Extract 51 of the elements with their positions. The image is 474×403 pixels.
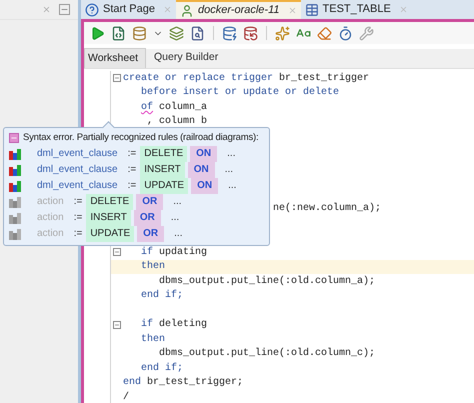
assign-operator: :=	[128, 163, 136, 178]
code-line: end if;	[140, 288, 184, 304]
ellipsis: ...	[224, 163, 234, 178]
assign-operator: :=	[128, 179, 136, 194]
rule-name[interactable]: dml_event_clause	[37, 146, 118, 162]
assign-operator: :=	[128, 147, 136, 162]
code-line: end br_test_trigger;	[123, 376, 244, 390]
tab-label: TEST_TABLE	[322, 2, 391, 18]
tab-label: docker-oracle-11	[198, 3, 280, 18]
code-line: ne(:new.column_a);	[273, 202, 382, 216]
code-line: then	[140, 260, 166, 274]
code-line: end if;	[140, 362, 184, 376]
rule-name[interactable]: dml_event_clause	[37, 178, 118, 194]
editor-tab[interactable]: Start Page	[81, 0, 176, 19]
ellipsis: ...	[227, 147, 236, 162]
code-line: if deleting	[140, 318, 208, 332]
editor-tab[interactable]: docker-oracle-11	[176, 0, 301, 19]
tab-label: Start Page	[103, 2, 155, 18]
worksheet-tab[interactable]: Query Builder	[146, 48, 226, 68]
code-line: dbms_output.put_line(:old.column_c);	[158, 346, 376, 362]
token-chip: UPDATE	[86, 226, 134, 242]
token-chip: DELETE	[140, 146, 188, 162]
token-chip: OR	[137, 226, 164, 242]
popup-title: Syntax error. Partially recognized rules (railroad diagrams):	[23, 131, 258, 145]
rule-name[interactable]: dml_event_clause	[37, 162, 118, 178]
code-line: before insert or update or delete	[140, 86, 340, 100]
ellipsis: ...	[173, 195, 182, 210]
code-line: if updating	[140, 246, 208, 260]
code-line: create or replace trigger br_test_trigger	[123, 72, 370, 86]
code-line: , column b	[146, 114, 208, 130]
token-chip: ON	[188, 162, 215, 178]
worksheet-tab[interactable]: Worksheet	[84, 48, 146, 68]
token-chip: OR	[136, 194, 164, 210]
token-chip: ON	[191, 178, 218, 194]
token-chip: ON	[190, 146, 218, 162]
ellipsis: ...	[228, 179, 236, 194]
code-line: /	[123, 390, 130, 403]
code-line: dbms_output.put_line(:old.column_a);	[158, 274, 376, 289]
assign-operator: :=	[74, 211, 82, 226]
editor-tab[interactable]: TEST_TABLE	[300, 0, 412, 19]
token-chip: INSERT	[86, 210, 131, 226]
token-chip: DELETE	[86, 194, 134, 210]
token-chip: UPDATE	[140, 178, 188, 194]
ellipsis: ...	[174, 227, 182, 242]
code-line: of column_a	[140, 100, 208, 115]
code-line: then	[140, 332, 166, 347]
ellipsis: ...	[170, 211, 180, 226]
assign-operator: :=	[74, 227, 82, 242]
token-chip: OR	[134, 210, 161, 226]
assign-operator: :=	[74, 195, 82, 210]
token-chip: INSERT	[140, 162, 185, 178]
